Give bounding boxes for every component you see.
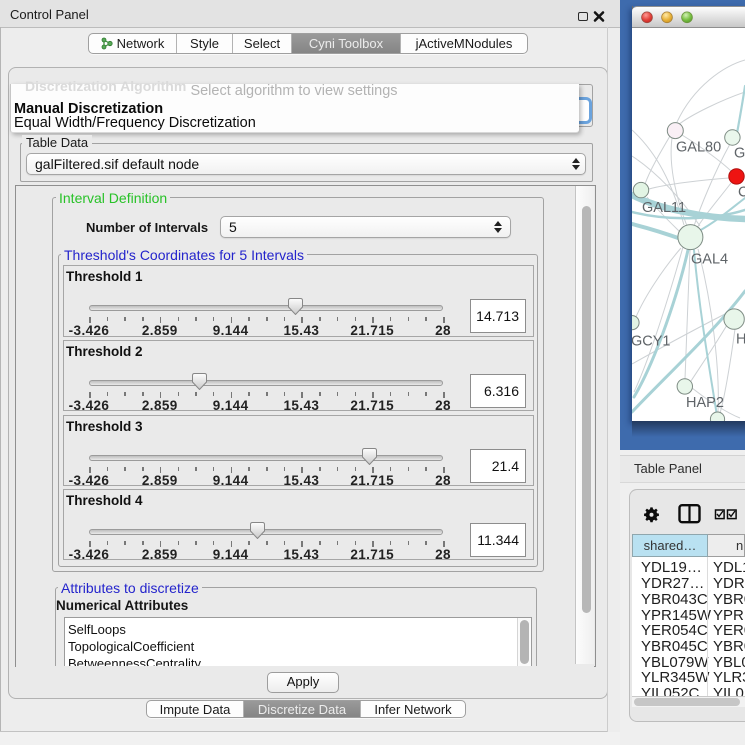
svg-text:H: H (736, 332, 745, 348)
svg-text:GCY1: GCY1 (632, 334, 671, 350)
svg-text:C: C (738, 185, 745, 201)
svg-text:G.: G. (734, 146, 745, 162)
svg-text:GAL11: GAL11 (642, 200, 686, 216)
svg-text:GAL80: GAL80 (676, 140, 721, 156)
svg-text:GAL4: GAL4 (691, 252, 728, 268)
svg-text:HAP2: HAP2 (686, 395, 724, 411)
